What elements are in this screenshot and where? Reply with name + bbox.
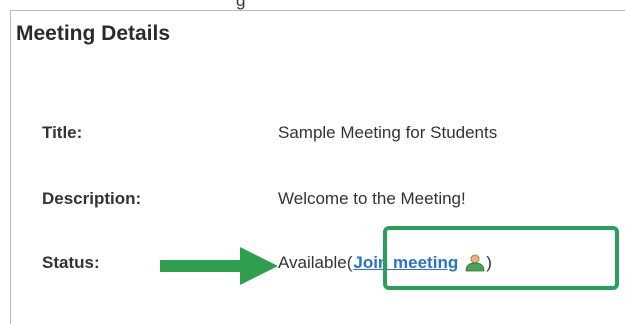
title-value: Sample Meeting for Students — [278, 123, 498, 142]
right-arrow-icon — [160, 247, 278, 285]
panel-title: Meeting Details — [16, 22, 171, 45]
open-paren: ( — [346, 253, 353, 272]
join-highlight-box — [383, 226, 619, 290]
description-label: Description: — [42, 189, 142, 208]
description-value: Welcome to the Meeting! — [278, 189, 466, 208]
title-label: Title: — [42, 123, 83, 142]
meeting-details-page: g Meeting Details Title: Sample Meeting … — [0, 0, 625, 324]
status-text: Available — [278, 253, 347, 272]
status-label: Status: — [42, 253, 100, 272]
